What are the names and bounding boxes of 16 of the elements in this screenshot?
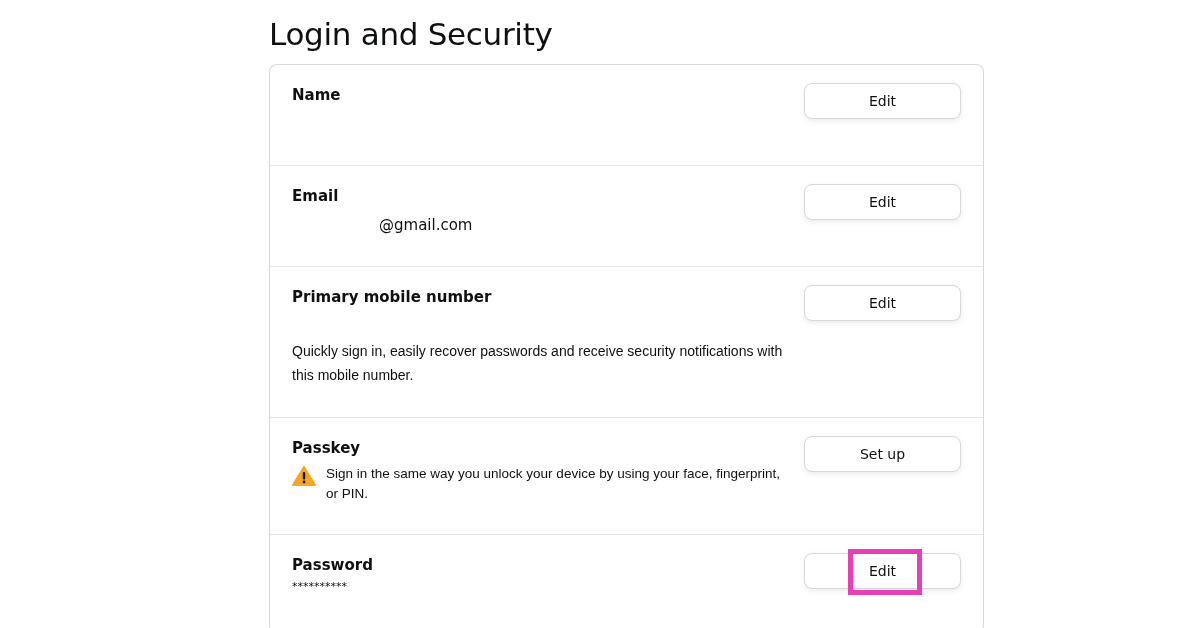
setting-label: Email: [292, 186, 340, 207]
setting-description: Sign in the same way you unlock your device by using your face, fingerprint, or PIN.: [326, 465, 781, 503]
setting-description: Quickly sign in, easily recover passwords and receive security notifications with this mobile number.: [292, 342, 784, 385]
page-title: Login and Security: [269, 15, 554, 54]
setting-label: Primary mobile number: [292, 287, 493, 308]
action-button[interactable]: Edit: [804, 83, 961, 119]
action-button[interactable]: Edit: [804, 285, 961, 321]
action-button[interactable]: Set up: [804, 436, 961, 472]
masked-password: **********: [292, 579, 348, 595]
email-value: @gmail.com: [378, 215, 474, 236]
warning-icon: [292, 466, 316, 486]
action-button[interactable]: Edit: [804, 553, 961, 589]
action-button[interactable]: Edit: [804, 184, 961, 220]
setting-label: Name: [292, 85, 342, 106]
setting-label: Passkey: [292, 438, 362, 459]
setting-label: Password: [292, 555, 374, 576]
